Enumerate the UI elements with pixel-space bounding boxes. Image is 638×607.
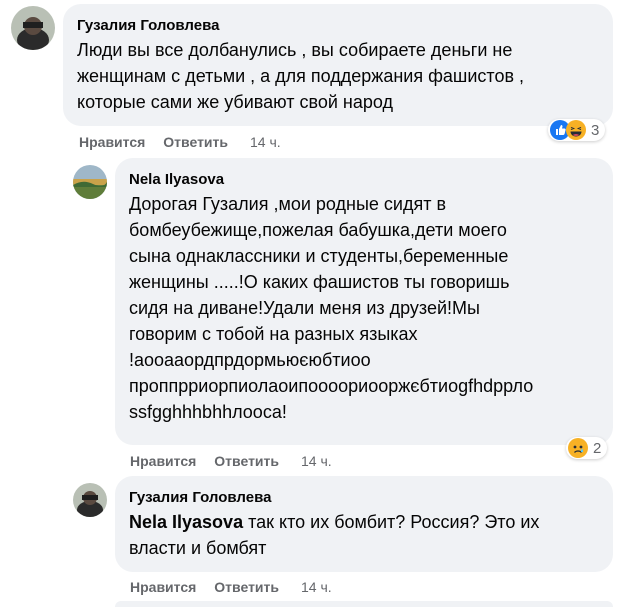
reply-button[interactable]: Ответить — [214, 578, 279, 596]
comment-timestamp[interactable]: 14 ч. — [301, 578, 332, 596]
reply-button[interactable]: Ответить — [163, 133, 228, 151]
comment-author[interactable]: Гузалия Головлева — [129, 488, 599, 508]
comment-actions: Нравится Ответить 14 ч. — [79, 133, 281, 151]
comment-bubble: Гузалия Головлева Люди вы все долбанулис… — [63, 4, 613, 126]
like-button[interactable]: Нравится — [79, 133, 145, 151]
reply-bubble: Гузалия Головлева Nela Ilyasova так кто … — [115, 476, 613, 572]
comment-text: Дорогая Гузалия ,мои родные сидят в бомб… — [129, 194, 534, 422]
avatar[interactable] — [73, 483, 107, 517]
like-button[interactable]: Нравится — [130, 452, 196, 470]
comment-timestamp[interactable]: 14 ч. — [250, 133, 281, 151]
next-comment-bubble — [115, 601, 613, 607]
comment-author[interactable]: Nela Ilyasova — [129, 170, 599, 190]
reaction-summary[interactable]: 2 — [566, 437, 608, 459]
avatar[interactable] — [73, 165, 107, 199]
reaction-count: 2 — [593, 439, 602, 457]
sad-reaction-icon — [568, 438, 588, 458]
comment-text: Люди вы все долбанулись , вы собираете д… — [77, 40, 525, 112]
reaction-summary[interactable]: 3 — [548, 119, 606, 141]
comment-actions: Нравится Ответить 14 ч. — [130, 578, 332, 596]
avatar[interactable] — [11, 6, 55, 50]
comment-timestamp[interactable]: 14 ч. — [301, 452, 332, 470]
reply-button[interactable]: Ответить — [214, 452, 279, 470]
like-button[interactable]: Нравится — [130, 578, 196, 596]
reaction-count: 3 — [591, 121, 600, 139]
haha-reaction-icon — [566, 120, 586, 140]
reply-bubble: Nela Ilyasova Дорогая Гузалия ,мои родны… — [115, 158, 613, 445]
comment-text: Nela Ilyasova так кто их бомбит? Россия?… — [129, 509, 599, 561]
comment-author[interactable]: Гузалия Головлева — [77, 16, 599, 36]
mention-link[interactable]: Nela Ilyasova — [129, 512, 243, 532]
comment-actions: Нравится Ответить 14 ч. — [130, 452, 332, 470]
